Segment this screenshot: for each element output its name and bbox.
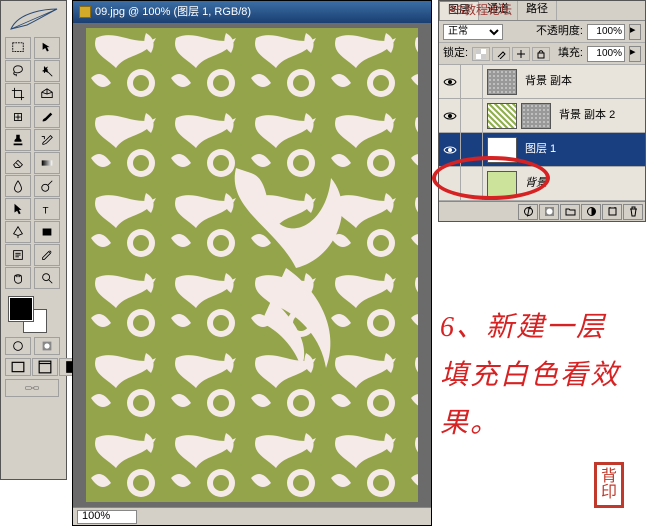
notes-tool[interactable] — [5, 244, 31, 266]
path-select-tool[interactable] — [5, 198, 31, 220]
lock-position-button[interactable] — [512, 47, 530, 61]
fg-color-swatch[interactable] — [9, 297, 33, 321]
layer-row[interactable]: 背景 副本 2 — [439, 99, 645, 133]
gradient-tool[interactable] — [34, 152, 60, 174]
canvas[interactable] — [86, 28, 418, 502]
blend-mode-select[interactable]: 正常 — [443, 24, 503, 40]
link-col[interactable] — [461, 167, 483, 200]
lock-all-button[interactable] — [532, 47, 550, 61]
layer-thumbnail — [487, 69, 517, 95]
toolbox: T — [0, 0, 67, 480]
panel-tabs: 图层 通道 路径 — [439, 1, 645, 21]
layer-name: 图层 1 — [525, 144, 556, 155]
delete-layer-button[interactable] — [623, 204, 643, 220]
crop-tool[interactable] — [5, 83, 31, 105]
layer-thumbnail — [487, 137, 517, 163]
adjustment-layer-button[interactable] — [581, 204, 601, 220]
standard-mode-button[interactable] — [5, 337, 31, 355]
fill-flyout-icon[interactable]: ▸ — [629, 46, 641, 62]
history-brush-tool[interactable] — [34, 129, 60, 151]
zoom-field[interactable]: 100% — [77, 510, 137, 524]
layer-name: 背景 副本 — [525, 76, 572, 87]
brush-tool[interactable] — [34, 106, 60, 128]
opacity-field[interactable] — [587, 24, 625, 40]
pen-tool[interactable] — [5, 221, 31, 243]
layer-mask-thumbnail — [487, 103, 517, 129]
screenmode-menubar[interactable] — [32, 358, 58, 376]
layer-thumbnail — [487, 171, 517, 197]
layer-style-button[interactable]: ƒ — [518, 204, 538, 220]
screenmode-standard[interactable] — [5, 358, 31, 376]
color-swatches[interactable] — [5, 295, 62, 331]
layer-ops-bar: ƒ — [439, 201, 645, 221]
layer-name: 背景 — [525, 178, 547, 189]
visibility-toggle[interactable] — [439, 65, 461, 98]
statusbar: 100% — [73, 507, 431, 525]
lock-buttons — [472, 47, 550, 61]
link-col[interactable] — [461, 133, 483, 166]
lock-label: 锁定: — [443, 48, 468, 59]
zoom-tool[interactable] — [34, 267, 60, 289]
document-icon — [79, 6, 91, 18]
logo-feather-icon — [5, 5, 63, 33]
canvas-area[interactable] — [73, 23, 431, 507]
zoom-value: 100% — [82, 511, 110, 522]
instruction-line-2: 填充白色看效 — [440, 354, 620, 399]
slice-tool[interactable] — [34, 83, 60, 105]
quickmask-mode-button[interactable] — [34, 337, 60, 355]
wand-tool[interactable] — [34, 60, 60, 82]
layer-list: 背景 副本 背景 副本 2 图层 1 背景 — [439, 65, 645, 201]
shape-tool[interactable] — [34, 221, 60, 243]
lock-transparency-button[interactable] — [472, 47, 490, 61]
blur-tool[interactable] — [5, 175, 31, 197]
layer-name: 背景 副本 2 — [559, 110, 615, 121]
new-layer-button[interactable] — [602, 204, 622, 220]
opacity-label: 不透明度: — [536, 26, 583, 37]
layer-row[interactable]: 背景 — [439, 167, 645, 201]
opacity-flyout-icon[interactable]: ▸ — [629, 24, 641, 40]
layer-row[interactable]: 背景 副本 — [439, 65, 645, 99]
tab-paths[interactable]: 路径 — [518, 1, 557, 20]
lasso-tool[interactable] — [5, 60, 31, 82]
dodge-tool[interactable] — [34, 175, 60, 197]
seal-stamp: 背印 — [594, 462, 624, 508]
visibility-toggle[interactable] — [439, 99, 461, 132]
link-col[interactable] — [461, 65, 483, 98]
lock-pixels-button[interactable] — [492, 47, 510, 61]
document-titlebar[interactable]: 09.jpg @ 100% (图层 1, RGB/8) — [73, 1, 431, 23]
document-window: 09.jpg @ 100% (图层 1, RGB/8) 100% — [72, 0, 432, 526]
instruction-line-3: 果。 — [440, 402, 500, 447]
eyedropper-tool[interactable] — [34, 244, 60, 266]
fill-label: 填充: — [558, 48, 583, 59]
layer-row[interactable]: 图层 1 — [439, 133, 645, 167]
document-title: 09.jpg @ 100% (图层 1, RGB/8) — [95, 7, 251, 18]
stamp-tool[interactable] — [5, 129, 31, 151]
layers-panel: 图层 通道 路径 正常 不透明度: ▸ 锁定: 填充: ▸ 背景 副本 — [438, 0, 646, 222]
link-col[interactable] — [461, 99, 483, 132]
layer-thumbnail — [521, 103, 551, 129]
visibility-toggle[interactable] — [439, 133, 461, 166]
tab-channels[interactable]: 通道 — [479, 1, 518, 20]
marquee-tool[interactable] — [5, 37, 31, 59]
fill-field[interactable] — [587, 46, 625, 62]
eraser-tool[interactable] — [5, 152, 31, 174]
visibility-toggle[interactable] — [439, 167, 461, 200]
svg-text:T: T — [43, 205, 49, 216]
hand-tool[interactable] — [5, 267, 31, 289]
instruction-line-1: 6、新建一层 — [440, 306, 606, 351]
tab-layers[interactable]: 图层 — [439, 1, 479, 20]
layer-mask-button[interactable] — [539, 204, 559, 220]
type-tool[interactable]: T — [34, 198, 60, 220]
canvas-pattern-artwork — [86, 28, 418, 502]
new-set-button[interactable] — [560, 204, 580, 220]
heal-tool[interactable] — [5, 106, 31, 128]
jump-to-imageready[interactable] — [5, 379, 59, 397]
move-tool[interactable] — [34, 37, 60, 59]
svg-text:ƒ: ƒ — [526, 206, 532, 217]
